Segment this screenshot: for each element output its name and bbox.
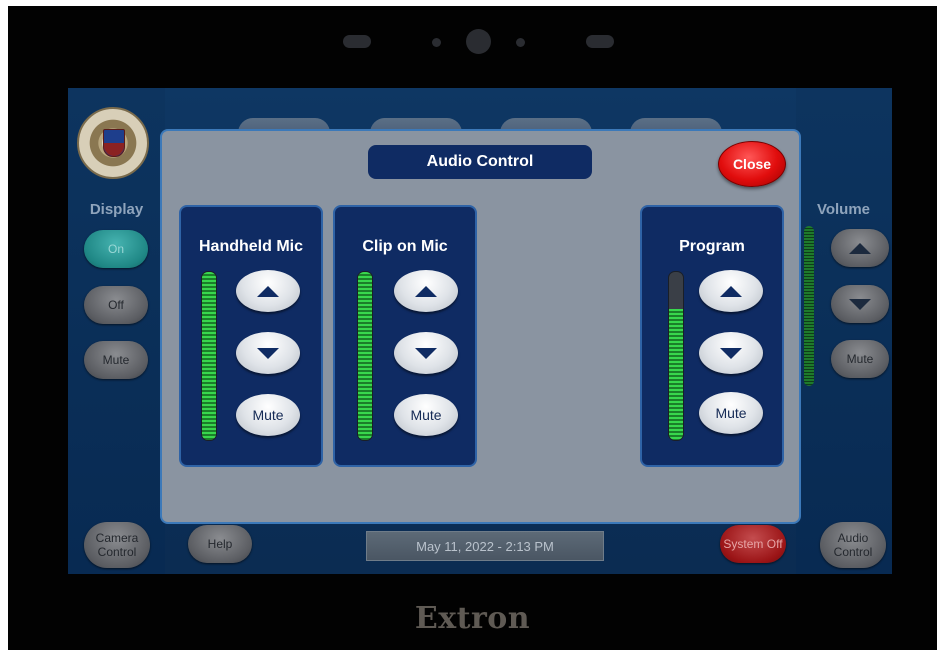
brand-logo: Extron [414,601,531,636]
channel-panel-program: Program Mute [640,205,784,467]
level-up-button[interactable] [394,270,458,312]
level-meter [201,271,217,441]
mute-button[interactable]: Mute [699,392,763,434]
sensor-dot-left [432,38,441,47]
display-title: Display [89,201,144,218]
volume-mute-button[interactable]: Mute [831,340,889,378]
level-down-button[interactable] [236,332,300,374]
channel-title: Clip on Mic [362,238,448,255]
channel-panel-clip-on-mic: Clip on Mic Mute [333,205,477,467]
mute-button[interactable]: Mute [236,394,300,436]
channel-title: Program [679,238,745,255]
sensor-right [586,35,614,48]
help-button[interactable]: Help [188,525,252,563]
camera-lens [466,29,491,54]
mute-button[interactable]: Mute [394,394,458,436]
display-mute-button[interactable]: Mute [84,341,148,379]
arrow-up-icon [849,242,871,254]
date-time-display: May 11, 2022 - 2:13 PM [366,531,604,561]
sensor-left [343,35,371,48]
volume-title: Volume [816,201,871,218]
arrow-down-icon [720,347,742,359]
volume-down-button[interactable] [831,285,889,323]
level-down-button[interactable] [699,332,763,374]
level-meter [357,271,373,441]
volume-meter [804,226,814,386]
arrow-up-icon [720,285,742,297]
arrow-up-icon [257,285,279,297]
channel-title: Handheld Mic [198,238,303,255]
camera-control-button[interactable]: Camera Control [84,522,150,568]
audio-control-button[interactable]: Audio Control [820,522,886,568]
close-button[interactable]: Close [718,141,786,187]
level-up-button[interactable] [699,270,763,312]
system-off-button[interactable]: System Off [720,525,786,563]
level-meter [668,271,684,441]
level-down-button[interactable] [394,332,458,374]
university-seal-logo [77,107,149,179]
arrow-down-icon [257,347,279,359]
display-off-button[interactable]: Off [84,286,148,324]
level-up-button[interactable] [236,270,300,312]
audio-control-dialog: Audio Control Close Handheld Mic Mute Cl… [160,129,801,524]
arrow-down-icon [415,347,437,359]
dialog-title: Audio Control [368,145,592,179]
sensor-dot-right [516,38,525,47]
display-on-button[interactable]: On [84,230,148,268]
channel-panel-handheld-mic: Handheld Mic Mute [179,205,323,467]
volume-up-button[interactable] [831,229,889,267]
arrow-up-icon [415,285,437,297]
arrow-down-icon [849,298,871,310]
